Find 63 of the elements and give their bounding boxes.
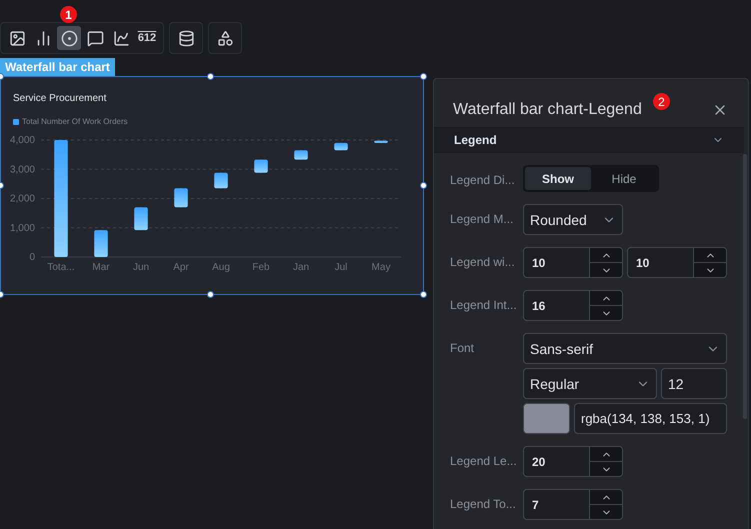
resize-handle[interactable] (207, 291, 214, 298)
number-field[interactable]: 16 (523, 290, 623, 321)
chart-card[interactable]: Service Procurement Total Number Of Work Orders 0 1,000 2,000 3,000 4,000 Tota... Mar Jun Apr Aug Feb Jan Jul May (0, 76, 424, 295)
axis-category-label: Jul (334, 262, 348, 273)
resize-handle[interactable] (207, 73, 214, 80)
number-input[interactable]: 10 (628, 248, 693, 277)
number-field[interactable]: 7 (523, 489, 623, 520)
axis-tick-label: 0 (29, 252, 35, 263)
bar (94, 230, 108, 258)
bar (254, 159, 268, 174)
bar (334, 142, 348, 151)
section-header[interactable]: Legend (434, 127, 744, 153)
axis-category-label: Jan (292, 262, 310, 273)
chart-title: Service Procurement (13, 93, 108, 104)
bar (134, 206, 148, 231)
axis-tick-label: 3,000 (10, 164, 35, 176)
bar (294, 150, 308, 160)
axis-tick-label: 1,000 (10, 222, 35, 234)
dropdown[interactable]: Rounded (523, 204, 623, 235)
component-label: Waterfall bar chart (0, 58, 115, 76)
legend-label: Total Number Of Work Orders (22, 117, 128, 126)
axis-category-label: Mar (92, 262, 110, 273)
field-label: Legend To... (450, 496, 517, 511)
bar (174, 188, 188, 208)
segment-option[interactable]: Show (525, 167, 591, 190)
segment-option[interactable]: Hide (591, 167, 657, 190)
step-badge: 1 (60, 6, 77, 23)
number-input[interactable]: 16 (524, 291, 589, 320)
field-label: Font (450, 340, 476, 355)
number-field[interactable]: 10 (627, 247, 727, 278)
resize-handle[interactable] (420, 182, 427, 189)
dropdown[interactable]: Sans-serif (523, 333, 727, 364)
field-label: Legend Int... (450, 297, 518, 312)
number-input[interactable]: 7 (524, 490, 589, 519)
axis-category-label: Aug (212, 262, 230, 273)
bar (214, 172, 228, 189)
input-field[interactable]: rgba(134, 138, 153, 1) (574, 403, 727, 434)
axis-category-label: May (372, 262, 390, 273)
axis-category-label: Feb (252, 262, 270, 273)
dropdown[interactable]: Regular (523, 368, 657, 399)
color-swatch[interactable] (523, 403, 570, 434)
number-field[interactable]: 20 (523, 446, 623, 477)
increment-icon[interactable] (694, 248, 726, 262)
resize-handle[interactable] (420, 291, 427, 298)
axis-category-label: Tota... (47, 262, 75, 273)
axis-tick-label: 4,000 (10, 135, 35, 146)
field-label: Legend wi... (450, 254, 516, 269)
axis-category-label: Apr (173, 262, 189, 273)
step-badge: 2 (653, 93, 670, 110)
resize-handle[interactable] (420, 73, 427, 80)
field-label: Legend M... (450, 211, 514, 226)
number-input[interactable]: 20 (524, 447, 589, 476)
increment-icon[interactable] (590, 248, 622, 262)
number-field[interactable]: 10 (523, 247, 623, 278)
input-field[interactable]: 12 (661, 368, 727, 399)
number-button[interactable]: 612 (135, 26, 159, 50)
bar (374, 140, 388, 144)
panel-title: Waterfall bar chart-Legend (453, 101, 642, 119)
field-label: Legend Di... (450, 172, 516, 187)
axis-category-label: Jun (132, 262, 150, 273)
field-label: Legend Le... (450, 453, 518, 468)
axis-tick-label: 2,000 (10, 194, 35, 204)
number-input[interactable]: 10 (524, 248, 589, 277)
